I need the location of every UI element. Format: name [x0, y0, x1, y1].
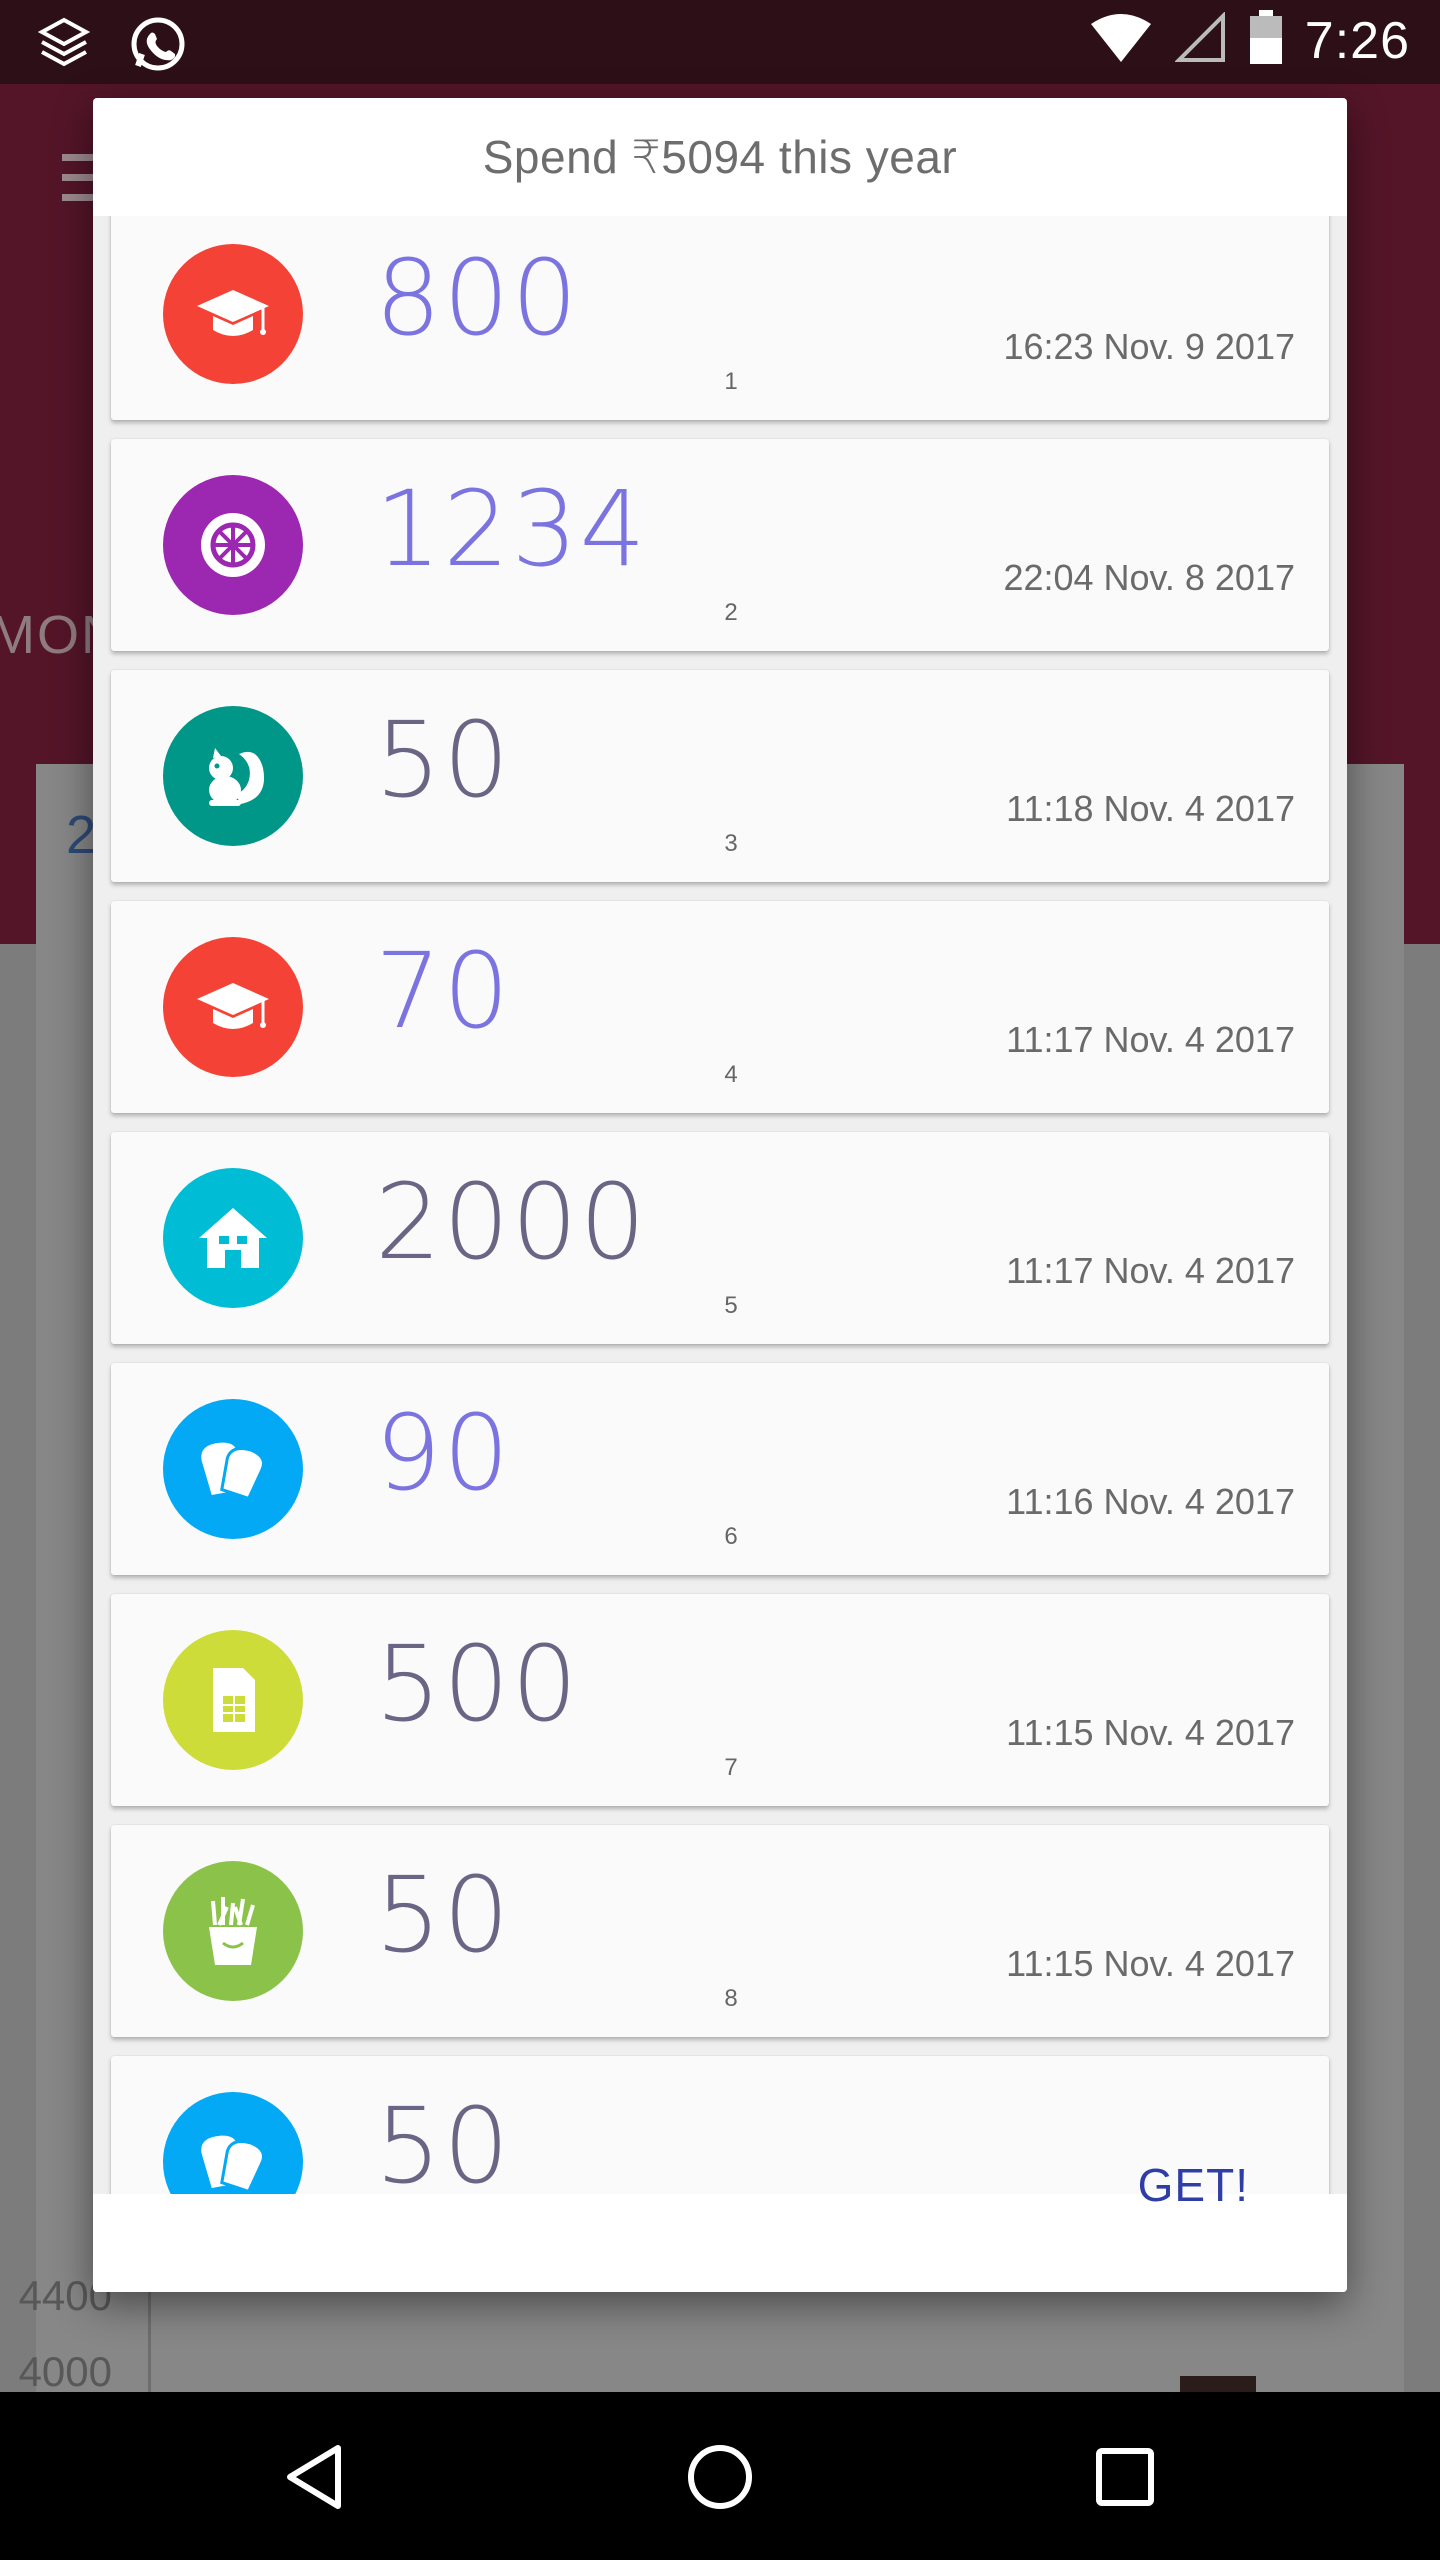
expense-amount: 1234	[375, 468, 648, 590]
expense-amount: 70	[375, 930, 512, 1052]
expense-timestamp: 11:15 Nov. 4 2017	[1006, 1943, 1295, 1984]
expense-card[interactable]: 90 6 11:16 Nov. 4 2017	[111, 1363, 1329, 1575]
background-card-number: 2	[66, 805, 97, 865]
fries-icon	[163, 1861, 303, 2001]
bread-icon	[163, 1399, 303, 1539]
signal-icon	[1173, 11, 1227, 69]
battery-icon	[1249, 10, 1283, 71]
expense-index: 7	[724, 1754, 738, 1781]
expense-timestamp: 11:17 Nov. 4 2017	[1006, 1019, 1295, 1060]
expense-amount: 50	[375, 1854, 512, 1976]
expense-amount: 50	[375, 699, 512, 821]
home-circle-icon[interactable]	[675, 2432, 765, 2522]
dribbble-ball-icon	[163, 475, 303, 615]
wifi-icon	[1089, 12, 1153, 69]
expense-amount: 90	[375, 1392, 512, 1514]
expense-card[interactable]: 50 8 11:15 Nov. 4 2017	[111, 1825, 1329, 2037]
expense-amount: 2000	[375, 1161, 648, 1283]
expense-timestamp: 16:23 Nov. 9 2017	[1003, 326, 1295, 367]
navigation-bar	[0, 2392, 1440, 2560]
expense-timestamp: 22:04 Nov. 8 2017	[1003, 557, 1295, 598]
graduation-cap-icon	[163, 244, 303, 384]
status-time: 7:26	[1304, 11, 1410, 70]
expense-index: 1	[724, 368, 738, 395]
expense-card[interactable]: 50 3 11:18 Nov. 4 2017	[111, 670, 1329, 882]
axis-tick: 4000	[18, 2348, 112, 2395]
expense-amount: 500	[375, 1623, 580, 1745]
expense-timestamp: 11:15 Nov. 4 2017	[1006, 1712, 1295, 1753]
graduation-cap-icon	[163, 937, 303, 1077]
expense-timestamp: 11:18 Nov. 4 2017	[1006, 788, 1295, 829]
expense-index: 5	[724, 1292, 738, 1319]
expense-timestamp: 11:17 Nov. 4 2017	[1006, 1250, 1295, 1291]
spend-dialog: Spend ₹5094 this year 800 1 16:23 Nov. 9 2…	[93, 98, 1347, 2292]
whatsapp-icon	[128, 14, 188, 79]
expense-card[interactable]: 500 7 11:15 Nov. 4 2017	[111, 1594, 1329, 1806]
dialog-title: Spend ₹5094 this year	[482, 131, 958, 183]
sim-card-icon	[163, 1630, 303, 1770]
bread-icon	[163, 2092, 303, 2194]
expense-amount: 50	[375, 2085, 512, 2194]
expense-card[interactable]: 1234 2 22:04 Nov. 8 2017	[111, 439, 1329, 651]
expense-card[interactable]: 70 4 11:17 Nov. 4 2017	[111, 901, 1329, 1113]
expense-amount: 800	[375, 237, 580, 359]
expense-index: 6	[724, 1523, 738, 1550]
expense-list[interactable]: 800 1 16:23 Nov. 9 2017 1234 2 22:04 Nov. 8 2…	[93, 216, 1347, 2194]
home-icon	[163, 1168, 303, 1308]
expense-index: 4	[724, 1061, 738, 1088]
back-icon[interactable]	[272, 2432, 362, 2522]
get-button[interactable]: GET!	[1138, 2158, 1249, 2212]
expense-card[interactable]: 800 1 16:23 Nov. 9 2017	[111, 216, 1329, 420]
expense-index: 2	[724, 599, 738, 626]
status-bar: 7:26	[0, 0, 1440, 84]
stack-app-icon	[36, 14, 92, 79]
expense-index: 8	[724, 1985, 738, 2012]
expense-timestamp: 11:16 Nov. 4 2017	[1006, 1481, 1295, 1522]
recents-icon[interactable]	[1080, 2432, 1170, 2522]
expense-card[interactable]: 2000 5 11:17 Nov. 4 2017	[111, 1132, 1329, 1344]
expense-index: 3	[724, 830, 738, 857]
squirrel-icon	[163, 706, 303, 846]
